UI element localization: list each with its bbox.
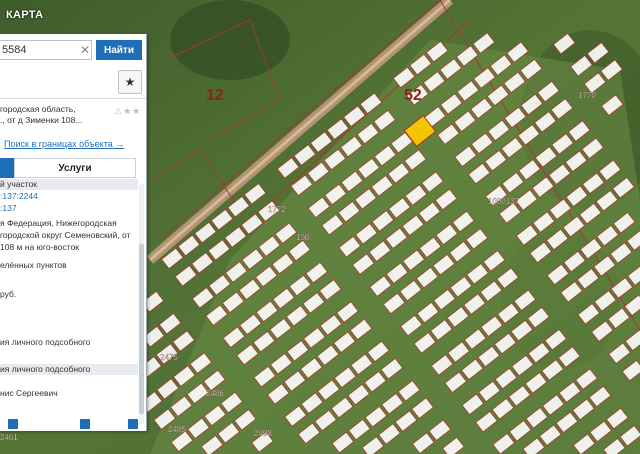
cadastral-number-label: 2498 <box>254 429 272 438</box>
favorite-star-icon[interactable]: ★ <box>118 70 142 94</box>
cadastral-number-label: 1000137 <box>488 197 520 206</box>
info-tabs: Услуги <box>0 158 140 178</box>
address-line: ., от д Зименки 108... <box>0 115 83 125</box>
cadastral-number-label: 2486 <box>206 389 224 398</box>
find-button[interactable]: Найти <box>96 40 142 60</box>
map-header: КАРТА <box>0 0 146 34</box>
info-row: городской округ Семеновский, от <box>0 230 131 240</box>
info-row: ия личного подсобного <box>0 337 91 347</box>
address-line: городская область, <box>0 104 76 114</box>
info-row: ия личного подсобного <box>0 364 138 375</box>
object-address: городская область, ., от д Зименки 108..… <box>0 104 112 126</box>
divider <box>0 98 146 99</box>
cadastral-number-label: 1772 <box>268 205 286 214</box>
panel-footer <box>0 418 140 430</box>
info-row: й участок <box>0 179 138 190</box>
info-row: елённых пунктов <box>0 260 67 270</box>
warning-star-icons: ⚠★★ <box>114 106 142 116</box>
tab-services[interactable]: Услуги <box>14 158 136 178</box>
info-row: нис Сергеевич <box>0 388 58 398</box>
cadastral-block-label: 12 <box>206 87 224 104</box>
clear-icon[interactable]: ✕ <box>80 43 90 57</box>
map-brand: КАРТА <box>6 9 44 21</box>
info-row[interactable]: :137 <box>0 203 138 214</box>
cadastral-number-label: 2461 <box>0 433 18 442</box>
tab-info[interactable] <box>0 158 14 178</box>
cadastral-block-label: 52 <box>404 87 422 104</box>
footer-button[interactable] <box>8 419 18 429</box>
scrollbar-thumb[interactable] <box>139 244 144 414</box>
panel-scrollbar[interactable] <box>139 184 144 424</box>
footer-button[interactable] <box>80 419 90 429</box>
cadastral-number-label: 2475 <box>160 353 178 362</box>
info-row: я Федерация, Нижегородская <box>0 218 117 228</box>
footer-button[interactable] <box>128 419 138 429</box>
cadastral-number-label: 136 <box>296 233 310 242</box>
cadastral-number-label: 1770 <box>578 91 596 100</box>
info-row[interactable]: :137:2244 <box>0 191 138 202</box>
cadastral-number-label: 2485 <box>168 425 186 434</box>
info-panel: ✕ Найти ★ городская область, ., от д Зим… <box>0 34 147 431</box>
search-bar: ✕ Найти <box>0 40 146 64</box>
info-row: руб. <box>0 289 17 299</box>
cadastral-search-input[interactable] <box>0 40 92 60</box>
info-row: 108 м на юго-восток <box>0 242 80 252</box>
search-within-object-link[interactable]: Поиск в границах объекта → <box>4 139 124 149</box>
